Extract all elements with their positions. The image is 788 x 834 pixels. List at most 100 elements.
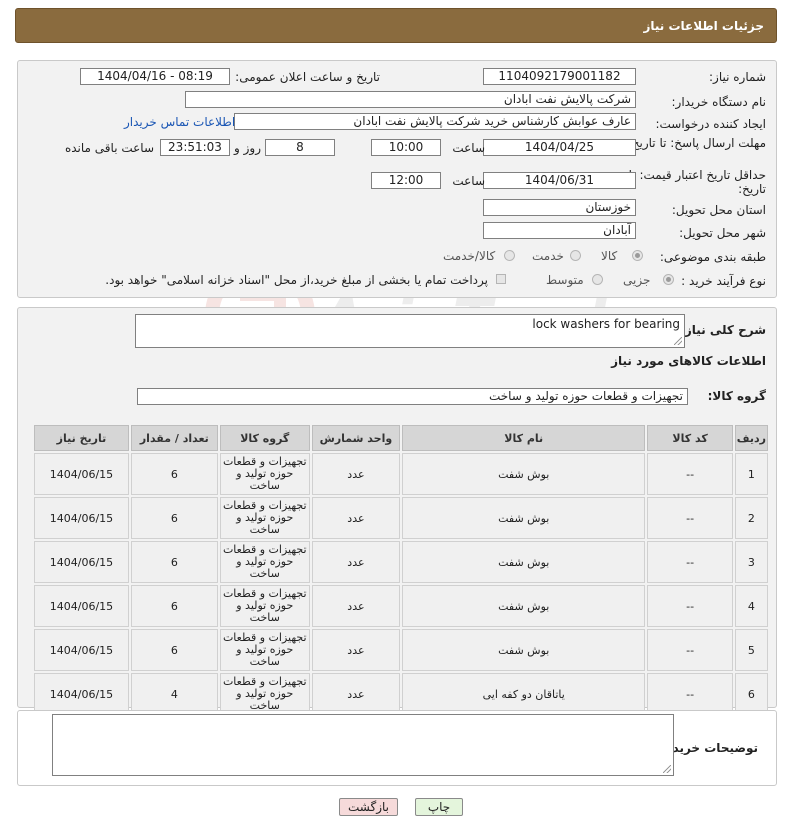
days-field: 8 xyxy=(265,139,335,156)
table-row: 6 -- یاتاقان دو کفه ایی عدد تجهیزات و قط… xyxy=(34,673,768,715)
col-group-header: گروه کالا xyxy=(219,425,310,451)
days-label: روز و xyxy=(234,141,261,155)
reply-time-label: ساعت xyxy=(452,141,485,155)
col-name-header: نام کالا xyxy=(402,425,646,451)
treasury-note: پرداخت تمام یا بخشی از مبلغ خرید،از محل … xyxy=(105,273,488,287)
category-radio-goods-service[interactable] xyxy=(504,250,515,261)
item-qty: 6 xyxy=(130,497,218,539)
item-name: بوش شفت xyxy=(402,541,646,583)
resize-grip-icon[interactable] xyxy=(674,337,682,345)
row-number: 6 xyxy=(734,673,768,715)
table-row: 4 -- بوش شفت عدد تجهیزات و قطعات حوزه تو… xyxy=(34,585,768,627)
row-number: 2 xyxy=(734,497,768,539)
item-date: 1404/06/15 xyxy=(34,629,129,671)
item-qty: 6 xyxy=(130,629,218,671)
table-row: 5 -- بوش شفت عدد تجهیزات و قطعات حوزه تو… xyxy=(34,629,768,671)
buyer-contact-link[interactable]: اطلاعات تماس خریدار xyxy=(124,115,235,129)
item-date: 1404/06/15 xyxy=(34,541,129,583)
buyer-notes-field[interactable] xyxy=(52,714,674,776)
table-row: 1 -- بوش شفت عدد تجهیزات و قطعات حوزه تو… xyxy=(34,453,768,495)
item-qty: 6 xyxy=(130,585,218,627)
need-description-field: lock washers for bearing xyxy=(135,314,685,348)
item-code: -- xyxy=(647,629,733,671)
item-code: -- xyxy=(647,541,733,583)
buyer-org-label: نام دستگاه خریدار: xyxy=(671,95,767,109)
item-date: 1404/06/15 xyxy=(34,585,129,627)
price-time-field: 12:00 xyxy=(371,172,441,189)
col-code-header: کد کالا xyxy=(647,425,733,451)
price-validity-label: حداقل تاریخ اعتبار قیمت: تا تاریخ: xyxy=(628,168,766,196)
table-header-row: ردیف کد کالا نام کالا واحد شمارش گروه کا… xyxy=(34,425,768,451)
price-date-field: 1404/06/31 xyxy=(483,172,636,189)
col-row-header: ردیف xyxy=(734,425,768,451)
item-unit: عدد xyxy=(311,453,401,495)
item-group: تجهیزات و قطعات حوزه تولید و ساخت xyxy=(219,585,310,627)
item-date: 1404/06/15 xyxy=(34,497,129,539)
category-option-goods: کالا xyxy=(601,249,618,263)
item-unit: عدد xyxy=(311,673,401,715)
creator-label: ایجاد کننده درخواست: xyxy=(655,117,766,131)
row-number: 3 xyxy=(734,541,768,583)
category-option-goods-service: کالا/خدمت xyxy=(443,249,496,263)
category-radio-goods[interactable] xyxy=(632,250,643,261)
need-number-label: شماره نیاز: xyxy=(709,70,766,84)
print-button[interactable]: چاپ xyxy=(415,798,463,816)
category-label: طبقه بندی موضوعی: xyxy=(659,250,766,264)
resize-grip-icon[interactable] xyxy=(663,765,671,773)
item-name: بوش شفت xyxy=(402,585,646,627)
item-qty: 4 xyxy=(130,673,218,715)
remaining-time-label: ساعت باقی مانده xyxy=(64,141,154,155)
remaining-time-field: 23:51:03 xyxy=(160,139,230,156)
item-name: یاتاقان دو کفه ایی xyxy=(402,673,646,715)
process-type-label: نوع فرآیند خرید : xyxy=(681,274,766,288)
category-radio-service[interactable] xyxy=(570,250,581,261)
process-radio-medium[interactable] xyxy=(592,274,603,285)
buyer-org-field: شرکت پالایش نفت ابادان xyxy=(185,91,636,108)
city-label: شهر محل تحویل: xyxy=(679,226,766,240)
item-qty: 6 xyxy=(130,541,218,583)
need-description-label: شرح کلی نیاز: xyxy=(680,323,766,337)
item-group: تجهیزات و قطعات حوزه تولید و ساخت xyxy=(219,497,310,539)
item-code: -- xyxy=(647,673,733,715)
treasury-checkbox[interactable] xyxy=(496,274,506,284)
need-number-field: 1104092179001182 xyxy=(483,68,636,85)
item-code: -- xyxy=(647,497,733,539)
item-group: تجهیزات و قطعات حوزه تولید و ساخت xyxy=(219,453,310,495)
back-button[interactable]: بازگشت xyxy=(339,798,398,816)
item-unit: عدد xyxy=(311,629,401,671)
table-row: 3 -- بوش شفت عدد تجهیزات و قطعات حوزه تو… xyxy=(34,541,768,583)
need-description-text: lock washers for bearing xyxy=(532,317,680,331)
item-unit: عدد xyxy=(311,497,401,539)
item-unit: عدد xyxy=(311,541,401,583)
process-option-medium: متوسط xyxy=(546,273,584,287)
goods-info-title: اطلاعات کالاهای مورد نیاز xyxy=(611,354,766,368)
reply-time-field: 10:00 xyxy=(371,139,441,156)
item-code: -- xyxy=(647,585,733,627)
col-qty-header: تعداد / مقدار xyxy=(130,425,218,451)
row-number: 4 xyxy=(734,585,768,627)
table-row: 2 -- بوش شفت عدد تجهیزات و قطعات حوزه تو… xyxy=(34,497,768,539)
category-option-service: خدمت xyxy=(532,249,564,263)
row-number: 5 xyxy=(734,629,768,671)
col-unit-header: واحد شمارش xyxy=(311,425,401,451)
price-time-label: ساعت xyxy=(452,174,485,188)
process-option-minor: جزیی xyxy=(623,273,651,287)
row-number: 1 xyxy=(734,453,768,495)
item-name: بوش شفت xyxy=(402,497,646,539)
announce-datetime-field: 1404/04/16 - 08:19 xyxy=(80,68,230,85)
process-radio-minor[interactable] xyxy=(663,274,674,285)
item-group: تجهیزات و قطعات حوزه تولید و ساخت xyxy=(219,541,310,583)
item-group: تجهیزات و قطعات حوزه تولید و ساخت xyxy=(219,629,310,671)
item-date: 1404/06/15 xyxy=(34,453,129,495)
page-header: جزئیات اطلاعات نیاز xyxy=(15,8,777,43)
col-date-header: تاریخ نیاز xyxy=(34,425,129,451)
goods-group-label: گروه کالا: xyxy=(707,389,766,403)
item-unit: عدد xyxy=(311,585,401,627)
item-group: تجهیزات و قطعات حوزه تولید و ساخت xyxy=(219,673,310,715)
announce-label: تاریخ و ساعت اعلان عمومی: xyxy=(235,70,380,84)
item-name: بوش شفت xyxy=(402,629,646,671)
goods-group-field: تجهیزات و قطعات حوزه تولید و ساخت xyxy=(137,388,688,405)
city-field: آبادان xyxy=(483,222,636,239)
province-label: استان محل تحویل: xyxy=(671,203,766,217)
item-name: بوش شفت xyxy=(402,453,646,495)
